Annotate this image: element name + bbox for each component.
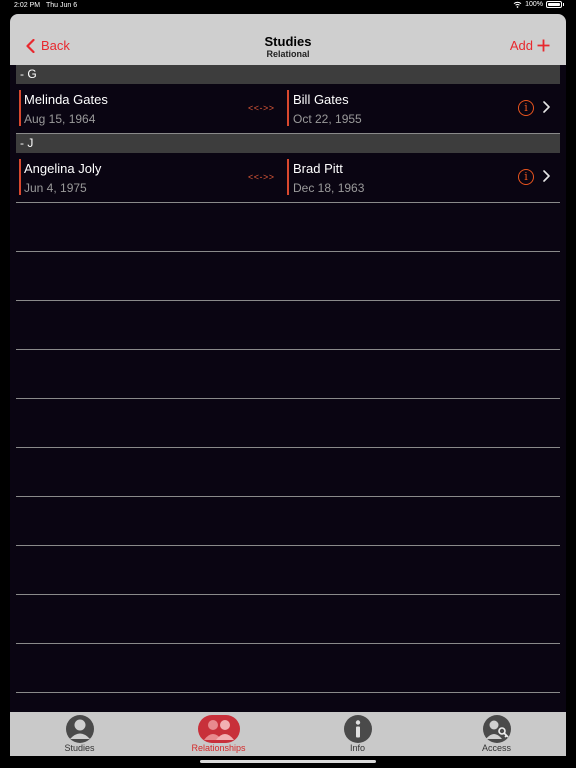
left-accent-bar [19,90,21,126]
empty-row [16,350,560,399]
tab-relationships[interactable]: Relationships [149,712,288,756]
tab-access[interactable]: Access [427,712,566,756]
empty-row [16,644,560,693]
page-subtitle: Relational [266,49,310,59]
section-header-g: - G [16,65,560,84]
info-icon [343,715,372,743]
status-time: 2:02 PM [14,2,41,9]
chevron-right-icon [543,170,550,182]
home-indicator[interactable] [200,760,376,763]
tab-access-label: Access [481,743,511,753]
chevron-right-icon [543,101,550,113]
navigation-bar: Back Studies Relational Add [10,14,566,65]
key-icon [482,715,511,743]
empty-row [16,252,560,301]
plus-icon [537,39,550,52]
relationship-row[interactable]: Angelina Joly Jun 4, 1975 <<->> Brad Pit… [16,153,560,203]
relationship-connector: <<->> [248,103,275,113]
status-bar: 2:02 PM Thu Jun 6 100% [0,0,576,13]
right-person-date: Dec 18, 1963 [293,181,365,195]
tab-studies-label: Studies [64,743,95,753]
empty-row [16,448,560,497]
empty-row [16,203,560,252]
left-person-name: Angelina Joly [24,161,102,176]
empty-row [16,546,560,595]
left-person-date: Jun 4, 1975 [24,181,87,195]
right-accent-bar [287,159,289,195]
right-person-name: Brad Pitt [293,161,343,176]
tab-bar: Studies Relationships Info Access [10,712,566,756]
status-right: 100% [513,1,564,8]
info-circle-icon[interactable]: i [518,169,534,185]
empty-row [16,595,560,644]
tab-relationships-label: Relationships [191,743,246,753]
right-person-name: Bill Gates [293,92,349,107]
empty-row [16,399,560,448]
right-person-date: Oct 22, 1955 [293,112,362,126]
right-accent-bar [287,90,289,126]
battery-percent: 100% [525,1,543,8]
relationship-row[interactable]: Melinda Gates Aug 15, 1964 <<->> Bill Ga… [16,84,560,134]
wifi-icon [513,1,522,8]
tab-studies[interactable]: Studies [10,712,149,756]
relationship-connector: <<->> [248,172,275,182]
people-icon [197,715,240,743]
relationship-list: - G Melinda Gates Aug 15, 1964 <<->> Bil… [16,65,560,693]
section-header-j: - J [16,134,560,153]
left-person-date: Aug 15, 1964 [24,112,96,126]
empty-row [16,301,560,350]
status-date: Thu Jun 6 [46,2,78,9]
add-label: Add [509,38,533,53]
tab-info-label: Info [349,743,365,753]
main-sheet: Back Studies Relational Add - G Melinda … [10,14,566,756]
info-circle-icon[interactable]: i [518,100,534,116]
left-person-name: Melinda Gates [24,92,108,107]
page-title: Studies [264,34,312,49]
battery-icon [546,1,562,8]
add-button[interactable]: Add [510,38,550,53]
person-icon [65,715,94,743]
left-accent-bar [19,159,21,195]
empty-row [16,497,560,546]
tab-info[interactable]: Info [288,712,427,756]
